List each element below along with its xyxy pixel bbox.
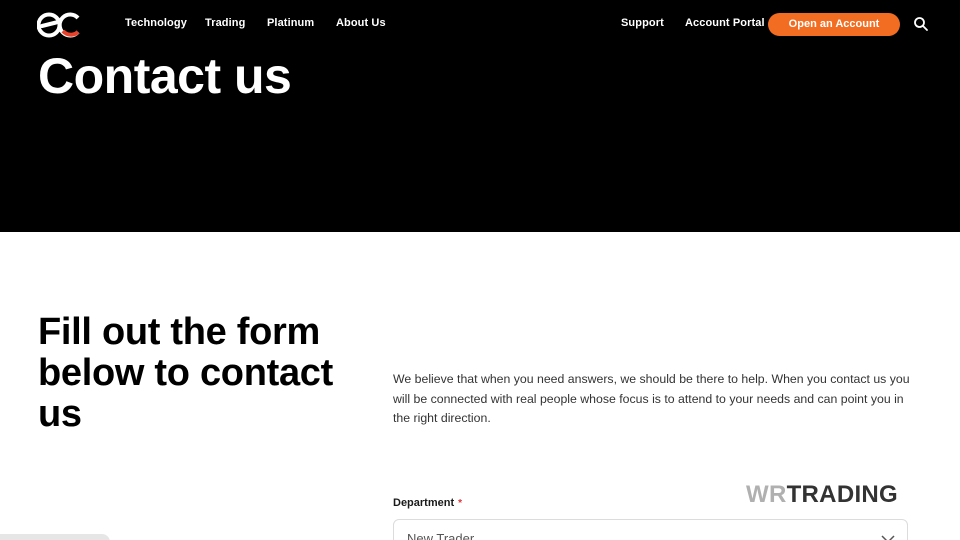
nav-support[interactable]: Support (621, 17, 664, 29)
department-select[interactable]: New Trader (393, 519, 908, 540)
brand-trading: TRADING (786, 481, 899, 508)
intro-text: We believe that when you need answers, w… (393, 372, 910, 425)
page-title: Contact us (38, 48, 292, 104)
nav-trading[interactable]: Trading (205, 17, 245, 29)
required-mark: * (458, 498, 463, 509)
department-selected-value: New Trader (407, 531, 475, 540)
nav-account-portal[interactable]: Account Portal (685, 17, 765, 29)
nav-platinum[interactable]: Platinum (267, 17, 314, 29)
chevron-down-icon (881, 535, 895, 540)
search-icon[interactable] (913, 16, 929, 32)
wr-trading-logo: WRTRADING (746, 482, 898, 508)
department-label-text: Department (393, 497, 455, 509)
nav-technology[interactable]: Technology (125, 17, 187, 29)
open-account-button[interactable]: Open an Account (768, 13, 900, 36)
nav-about-us[interactable]: About Us (336, 17, 386, 29)
department-label: Department * (393, 497, 462, 509)
ec-logo-icon[interactable] (37, 10, 81, 40)
cookie-bar-edge (0, 534, 110, 540)
brand-wr: WR (746, 481, 787, 508)
form-heading: Fill out the form below to contact us (38, 311, 333, 435)
